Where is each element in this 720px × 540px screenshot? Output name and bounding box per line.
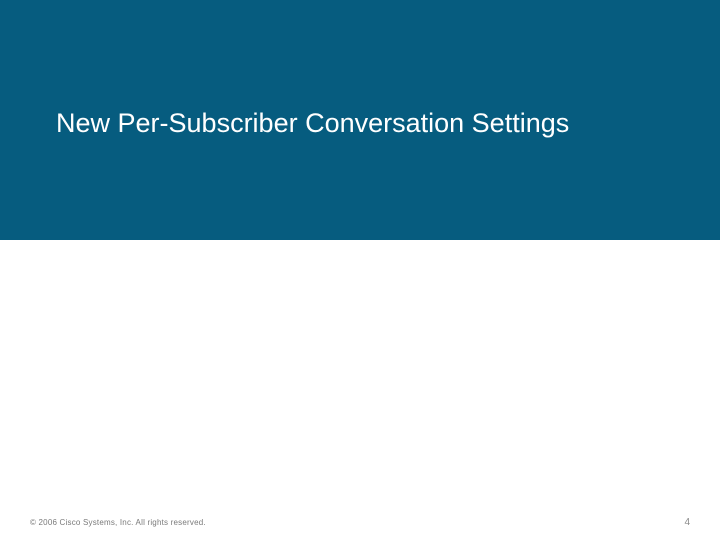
header-band: New Per-Subscriber Conversation Settings (0, 0, 720, 240)
copyright-text: © 2006 Cisco Systems, Inc. All rights re… (30, 518, 206, 527)
page-number: 4 (684, 517, 690, 528)
slide-title: New Per-Subscriber Conversation Settings (56, 108, 569, 139)
footer: © 2006 Cisco Systems, Inc. All rights re… (30, 517, 690, 528)
